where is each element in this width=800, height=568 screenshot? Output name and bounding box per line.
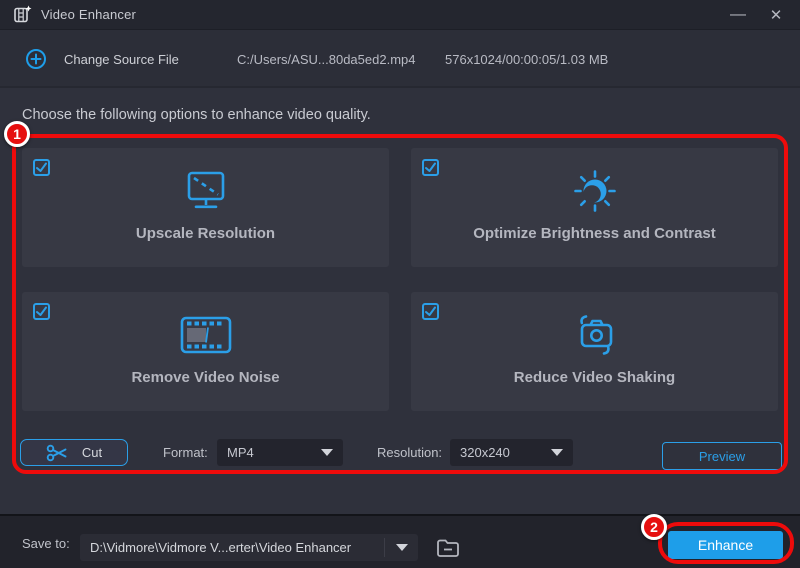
option-label: Remove Video Noise bbox=[131, 369, 279, 386]
option-label: Reduce Video Shaking bbox=[514, 369, 675, 386]
change-source-file-label: Change Source File bbox=[64, 52, 179, 67]
preview-button[interactable]: Preview bbox=[662, 442, 782, 470]
option-card-optimize-brightness[interactable]: Optimize Brightness and Contrast bbox=[411, 148, 778, 267]
film-app-icon bbox=[12, 5, 32, 25]
option-card-remove-noise[interactable]: Remove Video Noise bbox=[22, 292, 389, 411]
upscale-resolution-checkbox[interactable] bbox=[33, 159, 50, 176]
remove-noise-checkbox[interactable] bbox=[33, 303, 50, 320]
save-path-field[interactable]: D:\Vidmore\Vidmore V...erter\Video Enhan… bbox=[80, 534, 418, 561]
source-bar: Change Source File C:/Users/ASU...80da5e… bbox=[0, 30, 800, 88]
add-plus-icon bbox=[25, 48, 47, 70]
cut-button[interactable]: Cut bbox=[20, 439, 128, 466]
brightness-sun-icon bbox=[571, 162, 619, 220]
chevron-down-icon bbox=[321, 449, 333, 456]
page-title: Choose the following options to enhance … bbox=[22, 107, 371, 123]
format-label: Format: bbox=[163, 439, 208, 466]
resolution-label: Resolution: bbox=[377, 439, 442, 466]
reduce-shaking-checkbox[interactable] bbox=[422, 303, 439, 320]
annotation-step1-badge: 1 bbox=[4, 121, 30, 147]
video-enhancer-window: Video Enhancer — ✕ Change Source File C:… bbox=[0, 0, 800, 568]
option-card-reduce-shaking[interactable]: Reduce Video Shaking bbox=[411, 292, 778, 411]
window-title: Video Enhancer bbox=[41, 7, 136, 22]
save-to-label: Save to: bbox=[22, 516, 70, 568]
chevron-down-icon bbox=[396, 544, 408, 551]
option-card-upscale-resolution[interactable]: Upscale Resolution bbox=[22, 148, 389, 267]
monitor-icon bbox=[182, 162, 230, 220]
close-button[interactable]: ✕ bbox=[760, 0, 792, 30]
source-file-info: 576x1024/00:00:05/1.03 MB bbox=[445, 30, 608, 88]
output-folder-icon bbox=[435, 536, 461, 560]
titlebar: Video Enhancer — ✕ bbox=[0, 0, 800, 30]
format-value: MP4 bbox=[227, 445, 321, 460]
save-path-value: D:\Vidmore\Vidmore V...erter\Video Enhan… bbox=[80, 540, 384, 555]
film-noise-icon bbox=[180, 306, 232, 364]
resolution-value: 320x240 bbox=[460, 445, 551, 460]
enhance-button[interactable]: Enhance bbox=[668, 531, 783, 559]
camera-shake-icon bbox=[569, 306, 621, 364]
save-path-dropdown-button[interactable] bbox=[385, 544, 418, 551]
optimize-brightness-checkbox[interactable] bbox=[422, 159, 439, 176]
source-file-path: C:/Users/ASU...80da5ed2.mp4 bbox=[237, 30, 415, 88]
resolution-dropdown[interactable]: 320x240 bbox=[450, 439, 573, 466]
option-label: Optimize Brightness and Contrast bbox=[473, 225, 716, 242]
chevron-down-icon bbox=[551, 449, 563, 456]
minimize-button[interactable]: — bbox=[722, 0, 754, 30]
cut-button-label: Cut bbox=[82, 445, 102, 460]
change-source-file-button[interactable]: Change Source File bbox=[25, 44, 179, 74]
open-output-folder-button[interactable] bbox=[433, 535, 463, 561]
scissors-icon bbox=[46, 443, 68, 463]
format-dropdown[interactable]: MP4 bbox=[217, 439, 343, 466]
option-label: Upscale Resolution bbox=[136, 225, 275, 242]
